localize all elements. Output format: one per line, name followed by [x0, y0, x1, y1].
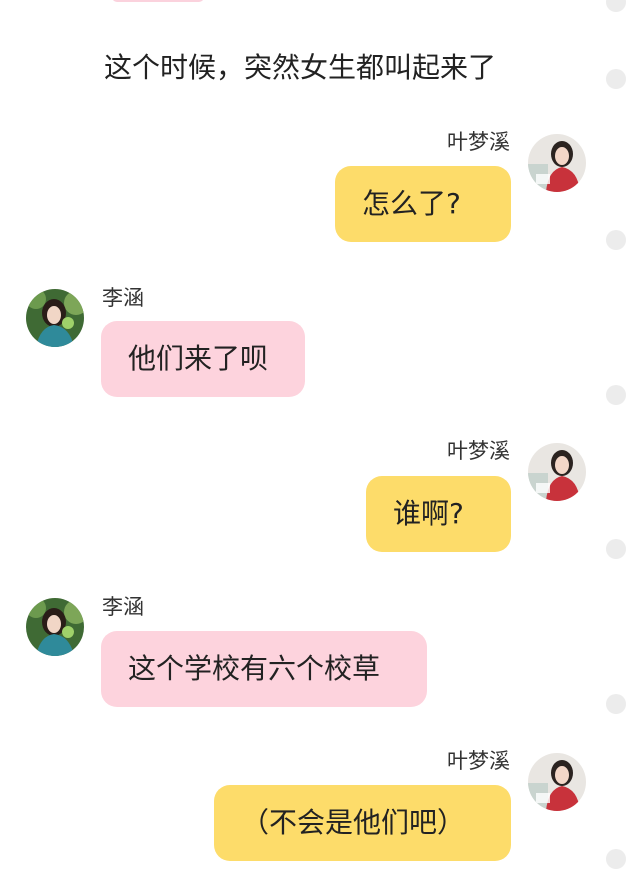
avatar-icon[interactable] [528, 134, 586, 192]
message-bubble[interactable]: 他们来了呗 [101, 321, 305, 397]
scroll-dot [606, 230, 626, 250]
sender-name: 叶梦溪 [447, 130, 510, 154]
message-bubble[interactable]: 谁啊? [366, 476, 511, 552]
chat-screen: 这个时候，突然女生都叫起来了 叶梦溪 怎么了? 李涵 他们来了呗 叶梦溪 谁啊?… [0, 0, 640, 883]
avatar-icon[interactable] [26, 598, 84, 656]
message-bubble[interactable]: 这个学校有六个校草 [101, 631, 427, 707]
message-bubble[interactable]: （不会是他们吧） [214, 785, 511, 861]
sender-name: 叶梦溪 [447, 439, 510, 463]
avatar-icon[interactable] [528, 443, 586, 501]
scroll-dot [606, 849, 626, 869]
sender-name: 李涵 [102, 595, 144, 619]
message-bubble[interactable]: 怎么了? [335, 166, 511, 242]
previous-bubble-edge [112, 0, 204, 2]
avatar-icon[interactable] [528, 753, 586, 811]
sender-name: 李涵 [102, 286, 144, 310]
sender-name: 叶梦溪 [447, 749, 510, 773]
narration-text: 这个时候，突然女生都叫起来了 [103, 51, 496, 84]
scroll-dot [606, 694, 626, 714]
scroll-dot [606, 539, 626, 559]
avatar-icon[interactable] [26, 289, 84, 347]
scroll-dot [606, 0, 626, 12]
scroll-dot [606, 69, 626, 89]
scroll-dot [606, 385, 626, 405]
